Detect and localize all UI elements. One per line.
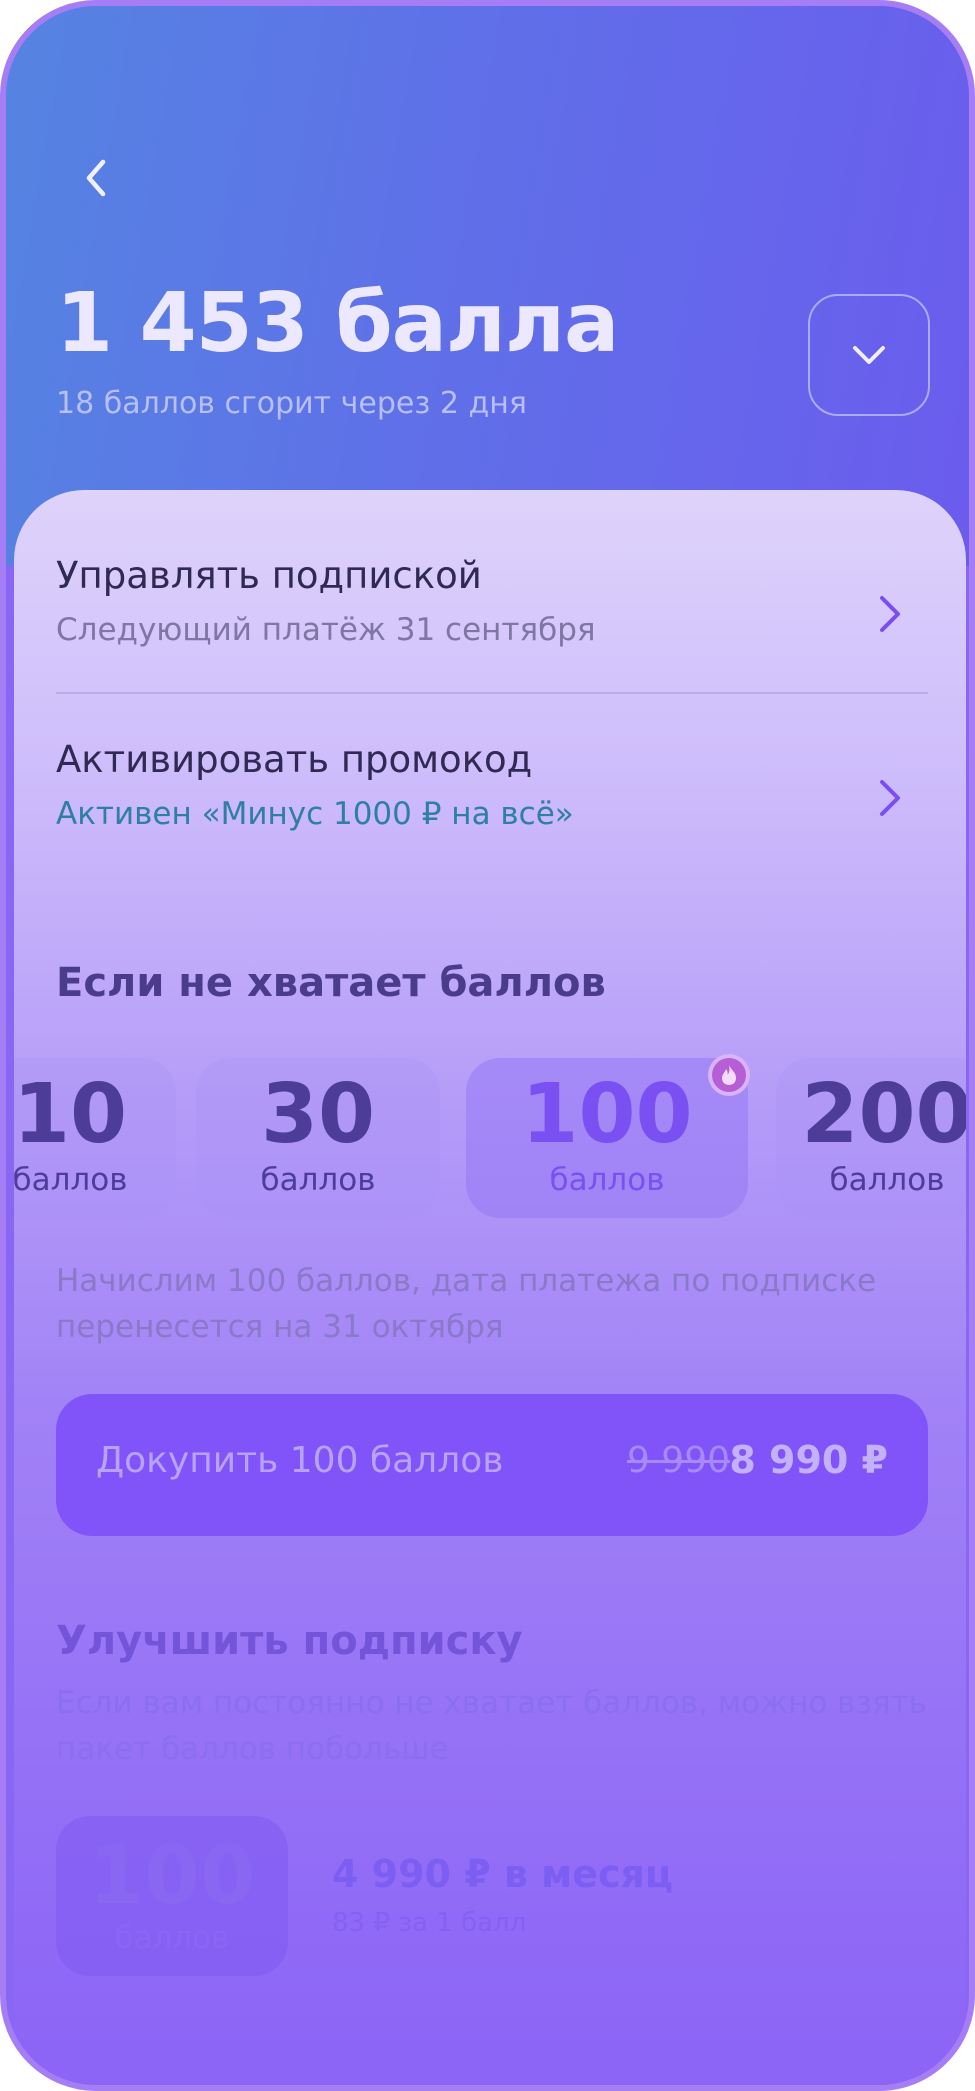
buy-points-button[interactable]: Докупить 100 баллов 9 990 8 990 ₽ bbox=[56, 1394, 928, 1536]
active-promo-text: Активен «Минус 1000 ₽ на всё» bbox=[56, 796, 574, 832]
upgrade-description: Если вам постоянно не хватает баллов, мо… bbox=[56, 1685, 927, 1767]
plan-unit: баллов bbox=[114, 1920, 230, 1956]
balance-amount: 1 453 балла bbox=[56, 276, 619, 371]
plan-option-100[interactable]: 100 баллов bbox=[56, 1816, 288, 1976]
points-pack-carousel[interactable]: 10 баллов 30 баллов 100 баллов 200 балло… bbox=[14, 1054, 966, 1228]
pack-option-200[interactable]: 200 баллов bbox=[776, 1058, 966, 1218]
pack-unit: баллов bbox=[829, 1162, 945, 1198]
plan-price: 4 990 ₽ в месяц bbox=[332, 1852, 674, 1896]
divider bbox=[56, 692, 928, 694]
pack-amount: 200 bbox=[801, 1067, 966, 1162]
old-price: 9 990 bbox=[626, 1440, 730, 1481]
chevron-left-icon bbox=[86, 159, 106, 197]
balance-header: 1 453 балла 18 баллов сгорит через 2 дня bbox=[6, 6, 969, 566]
fire-icon bbox=[708, 1054, 750, 1096]
plan-amount: 100 bbox=[88, 1829, 256, 1922]
next-payment-text: Следующий платёж 31 сентября bbox=[56, 612, 596, 648]
pack-option-30[interactable]: 30 баллов bbox=[196, 1058, 440, 1218]
pack-amount: 30 bbox=[260, 1067, 376, 1162]
manage-subscription-row[interactable]: Управлять подпиской Следующий платёж 31 … bbox=[56, 554, 928, 704]
pack-amount: 10 bbox=[14, 1067, 128, 1162]
activate-promo-title: Активировать промокод bbox=[56, 738, 533, 781]
pack-amount: 100 bbox=[521, 1067, 693, 1162]
pack-option-100[interactable]: 100 баллов bbox=[466, 1054, 750, 1218]
content-sheet: Управлять подпиской Следующий платёж 31 … bbox=[14, 490, 966, 2085]
expand-button[interactable] bbox=[808, 294, 930, 416]
pack-option-10[interactable]: 10 баллов bbox=[14, 1058, 176, 1218]
activate-promo-row[interactable]: Активировать промокод Активен «Минус 100… bbox=[56, 738, 928, 888]
back-button[interactable] bbox=[68, 150, 124, 206]
upgrade-section-title: Улучшить подписку bbox=[56, 1618, 523, 1664]
new-price: 8 990 ₽ bbox=[729, 1438, 888, 1482]
pack-unit: баллов bbox=[549, 1162, 665, 1198]
chevron-down-icon bbox=[853, 346, 885, 364]
manage-subscription-title: Управлять подпиской bbox=[56, 554, 482, 597]
pack-unit: баллов bbox=[260, 1162, 376, 1198]
app-screen: 1 453 балла 18 баллов сгорит через 2 дня… bbox=[0, 0, 975, 2091]
chevron-right-icon bbox=[870, 590, 910, 638]
top-up-section-title: Если не хватает баллов bbox=[56, 960, 606, 1006]
chevron-right-icon bbox=[870, 774, 910, 822]
pack-unit: баллов bbox=[14, 1162, 128, 1198]
top-up-note: Начислим 100 баллов, дата платежа по под… bbox=[56, 1263, 877, 1345]
expiry-note: 18 баллов сгорит через 2 дня bbox=[56, 386, 527, 421]
plan-price-per-point: 83 ₽ за 1 балл bbox=[332, 1908, 527, 1938]
buy-button-label: Докупить 100 баллов bbox=[96, 1440, 504, 1481]
